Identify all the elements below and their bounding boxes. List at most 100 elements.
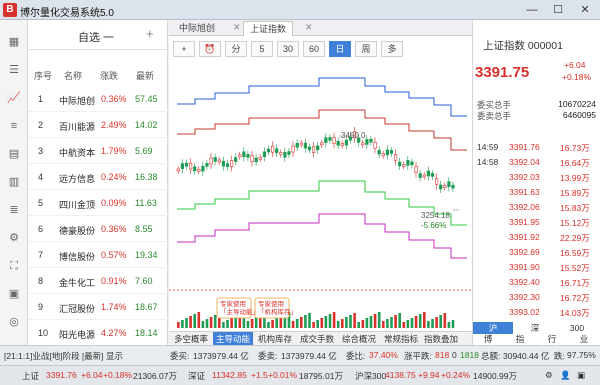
settings-icon[interactable]: ⚙ bbox=[545, 370, 553, 381]
tab-sz[interactable]: 深 bbox=[515, 322, 555, 334]
app-logo: B bbox=[3, 3, 17, 17]
stock-change: 2.49% bbox=[101, 120, 127, 130]
period-add-button[interactable]: + bbox=[173, 41, 195, 57]
indicator-tab[interactable]: 指数叠加 bbox=[421, 332, 461, 346]
watchlist-row[interactable]: 7 博信股份 0.57% 19.34 bbox=[28, 242, 168, 268]
watchlist-row[interactable]: 3 中航资本 1.79% 5.69 bbox=[28, 138, 168, 164]
volume-bar bbox=[427, 321, 430, 328]
candle-body bbox=[221, 160, 225, 167]
volume-bar bbox=[443, 313, 447, 328]
period-day-button[interactable]: 日 bbox=[329, 41, 351, 57]
tab-zhi[interactable]: 指 bbox=[505, 334, 535, 345]
close-tab-icon[interactable]: ✕ bbox=[305, 22, 313, 33]
high-annotation: 3450.0 bbox=[341, 131, 366, 140]
period-week-button[interactable]: 周 bbox=[355, 41, 377, 57]
watchlist-row[interactable]: 2 百川能源 2.49% 14.02 bbox=[28, 112, 168, 138]
indicator-tab[interactable]: 成交手数 bbox=[297, 332, 337, 346]
scan-icon[interactable]: ⛶ bbox=[5, 258, 23, 274]
col-name[interactable]: 名称 bbox=[64, 69, 82, 82]
indicator-tab[interactable]: 综合概况 bbox=[339, 332, 379, 346]
tick-volume: 16.73万 bbox=[560, 143, 590, 153]
stack-icon[interactable]: ≣ bbox=[5, 202, 23, 218]
row-number: 3 bbox=[38, 146, 44, 156]
low-pct-annotation: -5.66% bbox=[421, 221, 446, 230]
volume-bar bbox=[197, 312, 201, 328]
candle-body bbox=[389, 150, 394, 154]
tick-time: 14:58 bbox=[477, 157, 499, 167]
candle-body bbox=[217, 159, 221, 163]
tab-index[interactable]: 上证指数 bbox=[243, 21, 294, 36]
watchlist-row[interactable]: 5 四川金顶 0.09% 11.63 bbox=[28, 190, 168, 216]
volume-bar bbox=[246, 321, 250, 328]
row-number: 10 bbox=[38, 328, 49, 338]
tick-price: 3392.40 bbox=[509, 277, 540, 287]
candlestick-chart[interactable]: 3450.0 3254.18-5.66% 专家使用「主导动能」专家使用「机构库存」 bbox=[169, 60, 472, 331]
sell-label: 委卖: bbox=[258, 351, 278, 361]
volume-bar bbox=[435, 317, 438, 328]
watchlist-row[interactable]: 4 远方信息 0.24% 16.38 bbox=[28, 164, 168, 190]
stock-name: 中际旭创 bbox=[59, 96, 96, 106]
indicator-tab[interactable]: 多空概率 bbox=[171, 332, 211, 346]
hs-pct: +0.24% bbox=[441, 370, 471, 380]
minimize-button[interactable]: — bbox=[519, 0, 545, 20]
filter-icon[interactable]: ≡ bbox=[5, 118, 23, 134]
tab-ye[interactable]: 业 bbox=[569, 334, 599, 345]
watchlist-row[interactable]: 1 中际旭创 0.36% 57.45 bbox=[28, 86, 168, 112]
maximize-button[interactable]: ☐ bbox=[545, 0, 571, 20]
candle-body bbox=[197, 168, 201, 172]
tick-price: 3392.30 bbox=[509, 292, 540, 302]
period-5min-button[interactable]: 5 bbox=[251, 41, 273, 57]
tab-bo[interactable]: 博 bbox=[473, 334, 503, 345]
tick-volume: 15.83万 bbox=[560, 203, 590, 213]
grid-icon[interactable]: ▦ bbox=[5, 34, 23, 50]
bars-icon[interactable]: ▥ bbox=[5, 174, 23, 190]
candle-body bbox=[193, 166, 197, 172]
watchlist-row[interactable]: 10 阳光电源 4.27% 18.14 bbox=[28, 320, 168, 346]
candle-body bbox=[398, 161, 402, 167]
tools-icon[interactable]: ⚙ bbox=[5, 230, 23, 246]
indicator-tab[interactable]: 主导动能 bbox=[213, 332, 254, 346]
watchlist-row[interactable]: 8 金牛化工 0.91% 7.60 bbox=[28, 268, 168, 294]
candle-body bbox=[205, 162, 209, 167]
watchlist-row[interactable]: 9 汇冠股份 1.74% 18.67 bbox=[28, 294, 168, 320]
add-stock-button[interactable]: + bbox=[146, 26, 154, 41]
ratio-label: 委比: bbox=[346, 351, 366, 361]
period-60min-button[interactable]: 60 bbox=[303, 41, 325, 57]
buy-label: 委买: bbox=[170, 351, 190, 361]
col-price[interactable]: 最新 bbox=[136, 69, 154, 82]
watchlist-row[interactable]: 6 德豪股份 0.36% 8.55 bbox=[28, 216, 168, 242]
candle-body bbox=[250, 155, 254, 162]
close-button[interactable]: ✕ bbox=[572, 0, 598, 20]
volume-bar bbox=[275, 318, 278, 328]
period-minute-button[interactable]: 分 bbox=[225, 41, 247, 57]
table-icon[interactable]: ▤ bbox=[5, 146, 23, 162]
user-icon[interactable]: 👤 bbox=[560, 370, 571, 381]
news-icon[interactable]: ▣ bbox=[5, 286, 23, 302]
period-30min-button[interactable]: 30 bbox=[277, 41, 299, 57]
period-alarm-button[interactable]: ⏰ bbox=[199, 41, 221, 57]
tick-price: 3391.63 bbox=[509, 187, 540, 197]
tray-icon[interactable]: ▣ bbox=[577, 370, 585, 381]
close-tab-icon[interactable]: ✕ bbox=[233, 22, 241, 33]
col-num[interactable]: 序号 bbox=[34, 69, 52, 82]
watchlist-title[interactable]: 自选 一 bbox=[78, 29, 114, 45]
buy-total-value: 10670224 bbox=[558, 99, 596, 109]
sh-pct: +0.18% bbox=[103, 370, 133, 380]
tab-hang[interactable]: 行 bbox=[537, 334, 567, 345]
target-icon[interactable]: ◎ bbox=[5, 314, 23, 330]
candle-body bbox=[271, 145, 275, 153]
chart-icon[interactable]: 📈 bbox=[5, 90, 23, 106]
volume-bar bbox=[332, 312, 336, 328]
tab-stock[interactable]: 中际旭创 bbox=[173, 21, 221, 36]
stock-change: 0.57% bbox=[101, 250, 127, 260]
candle-body bbox=[402, 164, 406, 167]
list-icon[interactable]: ☰ bbox=[5, 62, 23, 78]
indicator-tab[interactable]: 机构库存 bbox=[255, 332, 295, 346]
col-pct[interactable]: 涨跌 bbox=[100, 69, 118, 82]
indicator-tab[interactable]: 常规指标 bbox=[381, 332, 421, 346]
tab-300[interactable]: 300 bbox=[557, 322, 597, 334]
stock-name: 远方信息 bbox=[59, 174, 96, 184]
volume-bar bbox=[423, 312, 426, 328]
tab-sh[interactable]: 沪 bbox=[473, 322, 513, 334]
period-more-button[interactable]: 多 bbox=[381, 41, 403, 57]
